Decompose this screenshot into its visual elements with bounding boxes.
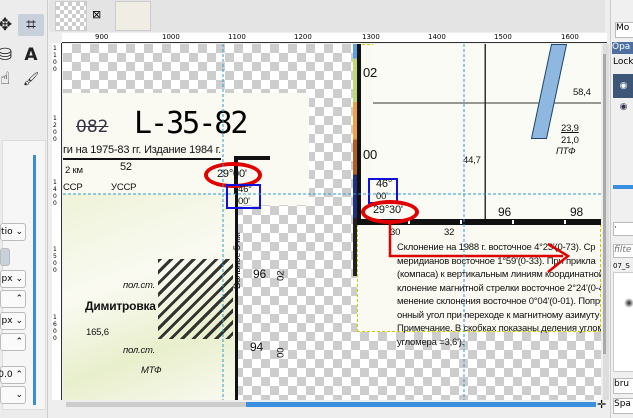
brush-preview[interactable] [613,272,633,372]
opacity-slider[interactable]: Opa [612,42,633,54]
vertical-scrollbar[interactable] [603,44,609,400]
ruler-label: 1100 [228,33,246,41]
navigate-icon[interactable]: ✛ [597,398,606,411]
aspect-value: tio [1,227,13,237]
crop-tool-icon[interactable]: ⌗ [18,14,44,36]
ruler-label: 1200 [294,33,312,41]
tool-options-scrollbar[interactable] [33,155,36,405]
paintbrush-tool-icon[interactable]: 🖌 [18,68,44,90]
ruler-label: 1200 [53,115,57,143]
size-spinner-2[interactable]: ⌃ [0,333,26,351]
image-tabs: ⊠ [49,0,605,32]
ruler-label: 1500 [494,33,512,41]
aspect-select[interactable]: tio ⌄ [0,223,26,241]
horizontal-scrollbar[interactable] [66,402,596,407]
unit-select-2[interactable]: px ⌄ [0,312,26,330]
text-tool-icon[interactable]: A [18,44,44,66]
spacing-label: Spa [614,399,631,409]
layer-visibility-eye-icon[interactable]: ◉ [613,102,633,120]
unit-select-1[interactable]: px ⌄ [0,270,26,288]
vertical-ruler[interactable]: 1100 1200 1400 1500 1600 [52,43,62,400]
portrait-toggle[interactable] [0,248,10,266]
lock-label: Lock [613,57,633,67]
spacing-field[interactable]: Spa [613,398,633,414]
ruler-label: 1600 [561,33,579,41]
dock-slider[interactable] [613,185,633,189]
unit-value: px [1,274,13,284]
ruler-label: 1500 [53,246,57,274]
brush-label: bru [614,379,630,389]
unit-value: px [1,316,13,326]
image-tab-2[interactable] [115,1,151,31]
size-spinner-1[interactable]: ⌃ [0,290,26,308]
layer-visibility-eye-icon[interactable]: ◉ [613,74,633,98]
brush-filter-input[interactable]: filte [613,244,633,258]
ruler-label: 1100 [53,45,57,73]
brush-select[interactable]: bru [613,378,633,394]
filter-placeholder: filte [614,245,632,255]
ruler-label: 1300 [362,33,380,41]
zoom-spinner[interactable]: 50.0 ⌃ [0,366,26,384]
image-tab-1[interactable] [55,1,87,31]
move-tool-icon[interactable]: ✥ [0,14,18,36]
ruler-label: 1400 [53,179,57,207]
bucket-fill-icon[interactable]: ⛁ [0,44,18,66]
horizontal-ruler[interactable]: 900 1000 1100 1200 1300 1400 1500 1600 [62,33,607,43]
brush-grid-icon[interactable]: · [613,222,633,236]
mode-select[interactable]: ⌄ [0,386,26,404]
ruler-label: 900 [95,33,109,41]
ruler-label: 1400 [428,33,446,41]
ruler-label: 1000 [162,33,180,41]
ruler-label: 1600 [53,314,57,342]
toolbox: ✥ ⌗ ⛁ A ☝ 🖌 tio ⌄ px ⌄ ⌃ px ⌄ ⌃ 50.0 ⌃ ⌄ [0,0,48,418]
image-canvas[interactable]: 082 L-35-82 ги на 1975-83 гг. Издание 19… [63,44,601,400]
smudge-tool-icon[interactable]: ☝ [0,68,18,90]
right-dock: Mo Opa Lock ◉ ◉ · filte 07_S bru Spa [610,0,633,418]
annotation-arrow [63,44,601,400]
zoom-value: 50.0 [0,370,13,380]
opacity-label: Opa [612,42,631,52]
brush-name: 07_S [613,262,630,270]
mode-label: Mo [616,23,630,33]
layer-mode-select[interactable]: Mo [615,22,633,38]
close-tab-icon[interactable]: ⊠ [92,8,101,21]
